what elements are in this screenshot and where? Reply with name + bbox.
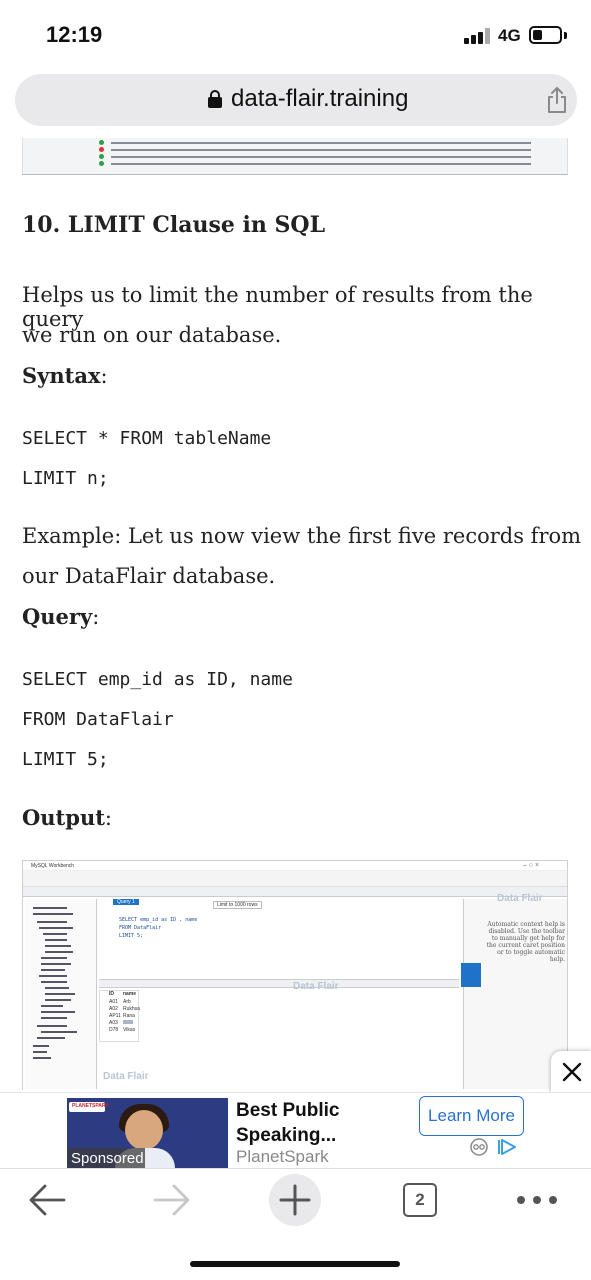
battery-tip (564, 32, 567, 39)
adchoices-icon[interactable] (469, 1137, 521, 1157)
grid-cell: Rukhsa (123, 1006, 140, 1012)
learn-more-button[interactable]: Learn More (419, 1096, 524, 1136)
grid-cell: Rana (123, 1013, 135, 1019)
address-bar[interactable]: data-flair.training (15, 74, 577, 126)
query-code-line: SELECT emp_id as ID, name (22, 669, 293, 690)
sql-editor: SELECT emp_id as ID , name FROM DataFlai… (99, 911, 459, 969)
home-indicator (190, 1261, 400, 1267)
editor-line: FROM DataFlair (119, 925, 162, 931)
grid-cell: Arb (123, 999, 131, 1005)
grid-cell: A02 (109, 1006, 118, 1012)
context-help-text: Automatic context help is disabled. Use … (486, 921, 565, 963)
watermark: Data Flair (293, 981, 339, 992)
forward-arrow-icon (153, 1184, 190, 1216)
close-ad-button[interactable] (551, 1051, 591, 1093)
grid-cell: D78 (109, 1027, 119, 1033)
query-code-line: LIMIT 5; (22, 749, 109, 770)
new-tab-button[interactable] (269, 1174, 321, 1226)
tab-switcher-button[interactable]: 2 (403, 1183, 437, 1217)
output-screenshot: MySQL Workbench – ○ × Query 1 SELECT emp… (22, 860, 568, 1090)
window-titlebar: MySQL Workbench – ○ × (23, 861, 567, 871)
grid-cell (123, 1020, 133, 1024)
battery-icon (529, 26, 562, 44)
example-text: our DataFlair database. (22, 564, 276, 588)
plus-icon (279, 1184, 311, 1216)
log-row (29, 161, 549, 167)
watermark: Data Flair (497, 893, 543, 904)
syntax-code-line: SELECT * FROM tableName (22, 428, 272, 449)
back-arrow-icon[interactable] (28, 1184, 66, 1216)
grid-cell: A03 (109, 1020, 118, 1026)
query-log-image (22, 138, 568, 175)
syntax-label: Syntax: (22, 363, 108, 388)
more-icon[interactable] (517, 1196, 557, 1204)
query-label: Query: (22, 604, 100, 629)
result-grid-toggle (461, 963, 481, 987)
limit-select: Limit to 1000 rows (213, 901, 262, 909)
network-type: 4G (498, 26, 521, 45)
app-title: MySQL Workbench (31, 863, 75, 869)
ad-logo: PLANETSPARK (69, 1102, 109, 1112)
clock: 12:19 (46, 22, 103, 47)
editor-line: LIMIT 5; (119, 933, 144, 939)
syntax-code-line: LIMIT n; (22, 468, 109, 489)
grid-cell: Vikas (123, 1027, 136, 1033)
watermark: Data Flair (103, 1071, 149, 1082)
log-row (29, 154, 549, 160)
result-grid: ID name A01 Arb A02 Rukhsa AP11 Rana A03… (99, 979, 459, 1079)
example-text: Example: Let us now view the first five … (22, 524, 582, 548)
query-code-line: FROM DataFlair (22, 709, 174, 730)
ad-title[interactable]: Best Public Speaking... (236, 1098, 406, 1148)
section-heading: 10. LIMIT Clause in SQL (22, 212, 326, 238)
status-bar: 12:19 4G (0, 0, 591, 70)
schema-navigator (25, 899, 97, 1089)
lock-icon (208, 90, 222, 108)
ad-brand: PlanetSpark (236, 1147, 329, 1166)
close-icon (562, 1062, 582, 1082)
log-row (29, 147, 549, 153)
url-text: data-flair.training (231, 85, 409, 112)
grid-header: ID (109, 991, 114, 997)
output-label: Output: (22, 805, 112, 830)
grid-cell: AP11 (109, 1013, 121, 1019)
editor-line: SELECT emp_id as ID , name (119, 917, 198, 923)
signal-icon (464, 28, 494, 44)
sponsored-label: Sponsored (67, 1148, 145, 1170)
share-icon[interactable] (545, 86, 569, 114)
grid-cell: A01 (109, 999, 118, 1005)
query-tab: Query 1 (113, 899, 139, 905)
grid-header: name (123, 991, 137, 997)
article-content: 10. LIMIT Clause in SQL Helps us to limi… (0, 138, 591, 1090)
log-row (29, 140, 549, 146)
intro-text: we run on our database. (22, 323, 282, 347)
